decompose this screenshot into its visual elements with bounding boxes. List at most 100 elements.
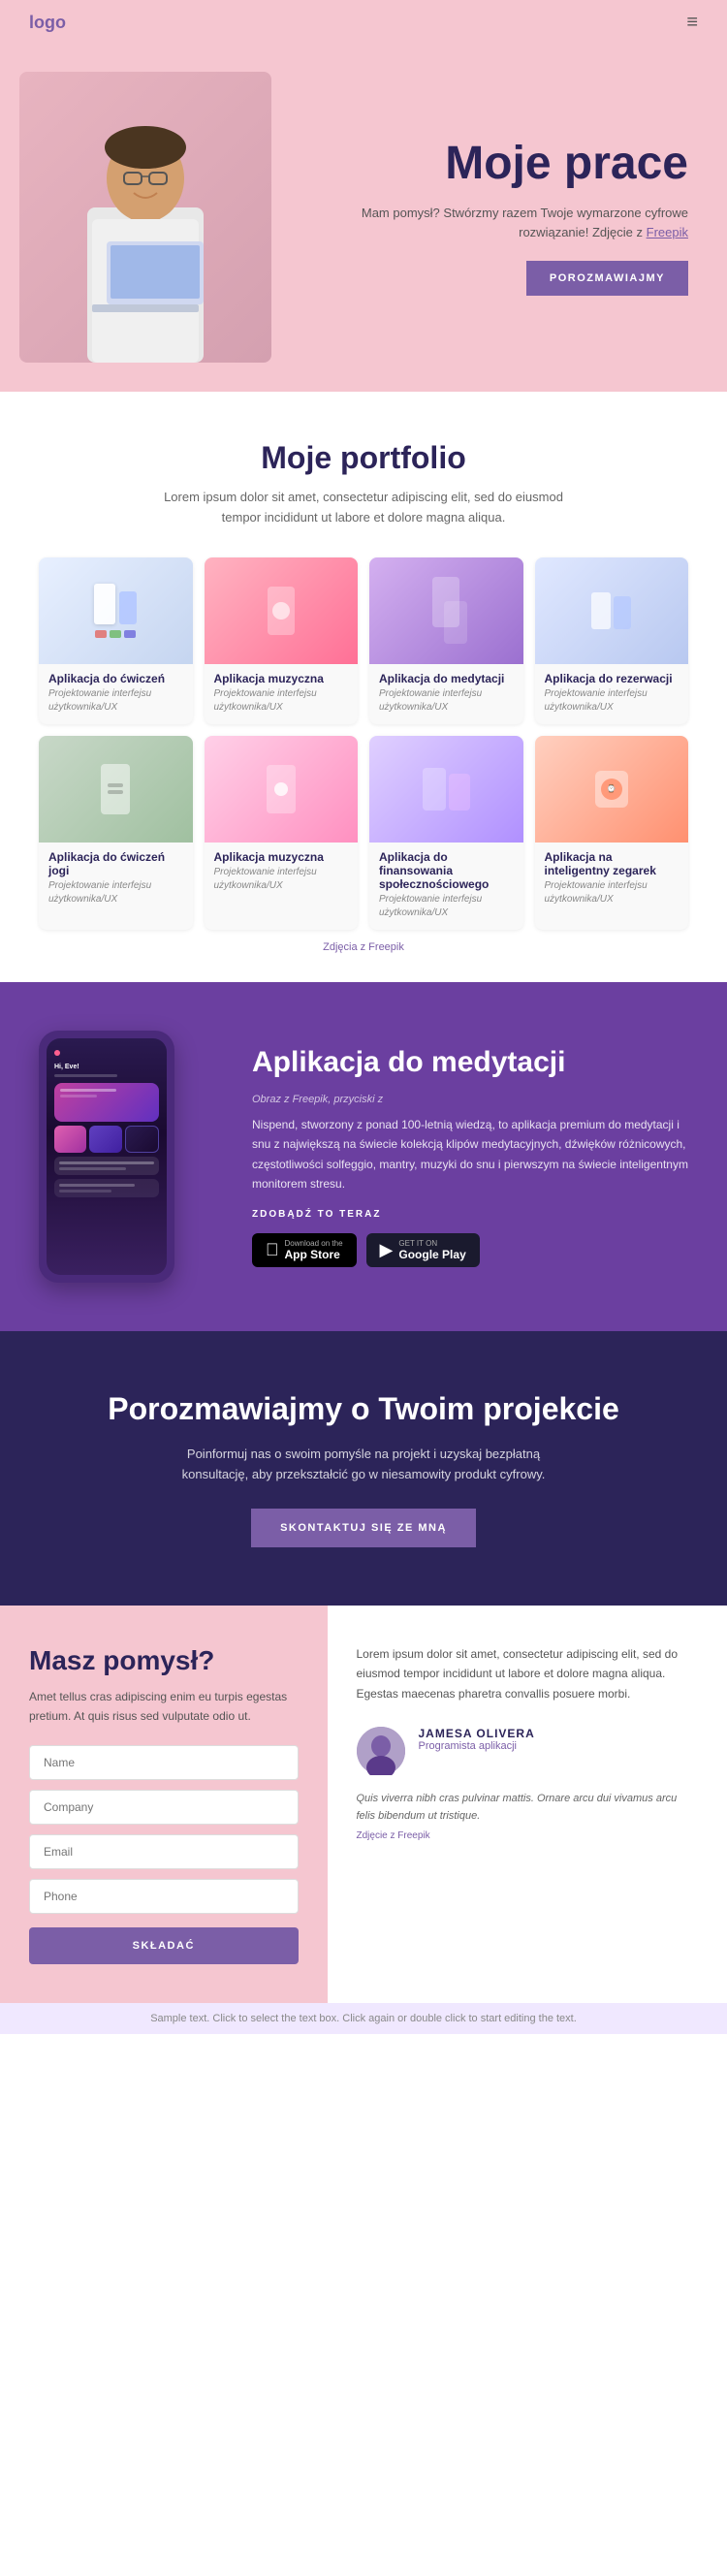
footer-text: Sample text. Click to select the text bo…	[150, 2013, 577, 2024]
portfolio-grid-row1: Aplikacja do ćwiczeń Projektowanie inter…	[39, 557, 688, 724]
testimonial: JAMESA OLIVERA Programista aplikacji	[357, 1727, 699, 1775]
contact-company-input[interactable]	[29, 1790, 299, 1825]
hero-text: Moje prace Mam pomysł? Stwórzmy razem Tw…	[271, 139, 688, 296]
hero-content: Moje prace Mam pomysł? Stwórzmy razem Tw…	[0, 43, 727, 392]
app-store-text: Download on the App Store	[285, 1239, 343, 1261]
portfolio-credit: Zdjęcia z Freepik	[39, 941, 688, 953]
google-play-big: Google Play	[398, 1248, 465, 1261]
portfolio-item-name: Aplikacja do medytacji	[379, 672, 514, 685]
hero-freepik-link[interactable]: Freepik	[647, 225, 688, 239]
hero-person-illustration	[19, 72, 271, 363]
contact-right-description: Lorem ipsum dolor sit amet, consectetur …	[357, 1644, 699, 1703]
meditation-description: Nispend, stworzony z ponad 100-letnią wi…	[252, 1115, 688, 1194]
contact-info-area: Lorem ipsum dolor sit amet, consectetur …	[328, 1606, 727, 2003]
contact-form: SKŁADAĆ	[29, 1745, 299, 1964]
portfolio-item-name: Aplikacja muzyczna	[214, 672, 349, 685]
testimonial-name: JAMESA OLIVERA	[419, 1727, 535, 1740]
portfolio-item-sub: Projektowanie interfejsu użytkownika/UX	[379, 893, 514, 920]
cta-contact-button[interactable]: SKONTAKTUJ SIĘ ZE MNĄ	[251, 1509, 476, 1547]
phone-cards-small	[54, 1126, 159, 1153]
portfolio-item-name: Aplikacja do ćwiczeń jogi	[48, 850, 183, 877]
portfolio-thumb-6	[205, 736, 359, 843]
meditation-phone-display: Hi, Eve!	[39, 1031, 213, 1283]
testimonial-details: JAMESA OLIVERA Programista aplikacji	[419, 1727, 535, 1752]
portfolio-info: Aplikacja na inteligentny zegarek Projek…	[535, 843, 689, 916]
portfolio-item-sub: Projektowanie interfejsu użytkownika/UX	[48, 879, 183, 906]
store-badges:  Download on the App Store ▶ GET IT ON …	[252, 1233, 688, 1267]
hero-contact-button[interactable]: POROZMAWIAJMY	[526, 261, 688, 296]
portfolio-info: Aplikacja do ćwiczeń jogi Projektowanie …	[39, 843, 193, 916]
testimonial-role: Programista aplikacji	[419, 1740, 535, 1752]
portfolio-thumb-5	[39, 736, 193, 843]
phone-greeting: Hi, Eve!	[54, 1064, 159, 1070]
avatar-illustration	[357, 1727, 405, 1775]
meditation-app-title: Aplikacja do medytacji	[252, 1045, 688, 1080]
portfolio-item[interactable]: ⌚ Aplikacja na inteligentny zegarek Proj…	[535, 736, 689, 930]
cta-description: Poinformuj nas o swoim pomyśle na projek…	[179, 1445, 548, 1485]
phone-mockup: Hi, Eve!	[39, 1031, 174, 1283]
portfolio-info: Aplikacja muzyczna Projektowanie interfe…	[205, 843, 359, 903]
site-logo: logo	[29, 13, 66, 33]
portfolio-thumb-7	[369, 736, 523, 843]
hamburger-icon[interactable]: ≡	[686, 12, 698, 34]
portfolio-title: Moje portfolio	[39, 440, 688, 476]
hero-description: Mam pomysł? Stwórzmy razem Twoje wymarzo…	[300, 204, 688, 244]
google-play-badge[interactable]: ▶ GET IT ON Google Play	[366, 1233, 480, 1267]
meditation-label: Obraz z Freepik, przyciski z	[252, 1094, 688, 1105]
phone-card-purple	[89, 1126, 121, 1153]
contact-name-input[interactable]	[29, 1745, 299, 1780]
meditation-section: Hi, Eve!	[0, 982, 727, 1331]
portfolio-info: Aplikacja do ćwiczeń Projektowanie inter…	[39, 664, 193, 724]
portfolio-thumb-4	[535, 557, 689, 664]
contact-email-input[interactable]	[29, 1834, 299, 1869]
hero-section: logo ≡	[0, 0, 727, 392]
portfolio-thumb-1	[39, 557, 193, 664]
portfolio-item-sub: Projektowanie interfejsu użytkownika/UX	[545, 879, 680, 906]
phone-card-pink	[54, 1126, 86, 1153]
portfolio-item-sub: Projektowanie interfejsu użytkownika/UX	[48, 687, 183, 715]
testimonial-avatar	[357, 1727, 405, 1775]
phone-card-dark	[125, 1126, 159, 1153]
meditation-cta: ZDOBĄDŹ TO TERAZ	[252, 1209, 688, 1220]
portfolio-description: Lorem ipsum dolor sit amet, consectetur …	[150, 488, 577, 528]
cta-title: Porozmawiajmy o Twoim projekcie	[39, 1389, 688, 1430]
google-play-icon: ▶	[380, 1240, 394, 1260]
portfolio-item-sub: Projektowanie interfejsu użytkownika/UX	[545, 687, 680, 715]
portfolio-section: Moje portfolio Lorem ipsum dolor sit ame…	[0, 392, 727, 982]
portfolio-item-sub: Projektowanie interfejsu użytkownika/UX	[214, 687, 349, 715]
portfolio-thumb-2	[205, 557, 359, 664]
testimonial-text: Quis viverra nibh cras pulvinar mattis. …	[357, 1791, 699, 1825]
portfolio-item-name: Aplikacja muzyczna	[214, 850, 349, 864]
portfolio-item-sub: Projektowanie interfejsu użytkownika/UX	[379, 687, 514, 715]
contact-submit-button[interactable]: SKŁADAĆ	[29, 1927, 299, 1964]
hero-image	[19, 72, 271, 363]
app-store-badge[interactable]:  Download on the App Store	[252, 1233, 357, 1267]
app-store-big: App Store	[285, 1248, 343, 1261]
meditation-content: Aplikacja do medytacji Obraz z Freepik, …	[252, 1045, 688, 1268]
contact-title: Masz pomysł?	[29, 1644, 299, 1677]
testimonial-credit: Zdjęcie z Freepik	[357, 1830, 699, 1841]
google-play-text: GET IT ON Google Play	[398, 1239, 465, 1261]
portfolio-item[interactable]: Aplikacja do ćwiczeń jogi Projektowanie …	[39, 736, 193, 930]
portfolio-item[interactable]: Aplikacja muzyczna Projektowanie interfe…	[205, 736, 359, 930]
contact-form-area: Masz pomysł? Amet tellus cras adipiscing…	[0, 1606, 328, 2003]
portfolio-item-name: Aplikacja na inteligentny zegarek	[545, 850, 680, 877]
portfolio-info: Aplikacja do medytacji Projektowanie int…	[369, 664, 523, 724]
portfolio-info: Aplikacja muzyczna Projektowanie interfe…	[205, 664, 359, 724]
portfolio-item[interactable]: Aplikacja do ćwiczeń Projektowanie inter…	[39, 557, 193, 724]
contact-phone-input[interactable]	[29, 1879, 299, 1914]
phone-screen: Hi, Eve!	[47, 1038, 167, 1275]
portfolio-info: Aplikacja do finansowania społecznościow…	[369, 843, 523, 930]
portfolio-item[interactable]: Aplikacja muzyczna Projektowanie interfe…	[205, 557, 359, 724]
phone-status-dot	[54, 1050, 60, 1056]
app-store-small: Download on the	[285, 1239, 343, 1248]
cta-section: Porozmawiajmy o Twoim projekcie Poinform…	[0, 1331, 727, 1606]
portfolio-item[interactable]: Aplikacja do medytacji Projektowanie int…	[369, 557, 523, 724]
portfolio-info: Aplikacja do rezerwacji Projektowanie in…	[535, 664, 689, 724]
portfolio-thumb-3	[369, 557, 523, 664]
contact-description: Amet tellus cras adipiscing enim eu turp…	[29, 1688, 299, 1725]
portfolio-item[interactable]: Aplikacja do finansowania społecznościow…	[369, 736, 523, 930]
portfolio-thumb-8: ⌚	[535, 736, 689, 843]
portfolio-item[interactable]: Aplikacja do rezerwacji Projektowanie in…	[535, 557, 689, 724]
phone-top-bar	[54, 1050, 159, 1056]
